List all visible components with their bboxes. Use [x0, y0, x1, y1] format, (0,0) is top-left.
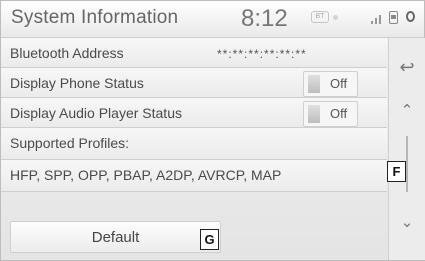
back-icon[interactable]: ↩ [389, 52, 425, 82]
row-label: Display Audio Player Status [10, 105, 182, 121]
status-dot-icon [333, 15, 338, 20]
callout-f: F [387, 161, 406, 182]
default-button[interactable]: Default [10, 221, 221, 253]
toggle-state: Off [330, 106, 348, 121]
bluetooth-address-row: Bluetooth Address **:**:**:**:**:** [1, 38, 387, 68]
bluetooth-badge-icon: BT [311, 11, 329, 23]
page-title: System Information [11, 7, 179, 28]
callout-g: G [200, 229, 219, 250]
scroll-down-icon[interactable]: ⌄ [389, 208, 425, 238]
row-label: Supported Profiles: [10, 135, 130, 151]
supported-profiles-header-row: Supported Profiles: [1, 128, 387, 160]
clock: 8:12 [241, 5, 288, 32]
settings-icon [406, 11, 415, 22]
screen: System Information 8:12 BT Bluetooth Add… [0, 0, 425, 261]
audio-player-status-toggle[interactable]: Off [303, 101, 358, 127]
scroll-up-icon[interactable]: ⌃ [389, 96, 425, 126]
scrollbar[interactable] [406, 136, 408, 192]
bluetooth-address-value: **:**:**:**:**:** [217, 47, 307, 61]
toggle-knob [308, 105, 320, 123]
status-icons: BT [311, 11, 421, 27]
supported-profiles-list-row: HFP, SPP, OPP, PBAP, A2DP, AVRCP, MAP [1, 160, 387, 192]
display-audio-player-status-row[interactable]: Display Audio Player Status Off [1, 98, 387, 128]
phone-status-toggle[interactable]: Off [303, 71, 358, 97]
toggle-state: Off [330, 76, 348, 91]
row-label: Display Phone Status [10, 75, 144, 91]
signal-bars-icon [371, 14, 383, 24]
display-phone-status-row[interactable]: Display Phone Status Off [1, 68, 387, 98]
scroll-sidebar: ↩ ⌃ ⌄ [388, 38, 425, 260]
row-label: Bluetooth Address [10, 45, 124, 61]
toggle-knob [308, 75, 320, 93]
header-bar: System Information 8:12 BT [1, 1, 424, 38]
supported-profiles-value: HFP, SPP, OPP, PBAP, A2DP, AVRCP, MAP [10, 167, 282, 183]
phone-battery-icon [389, 11, 398, 24]
